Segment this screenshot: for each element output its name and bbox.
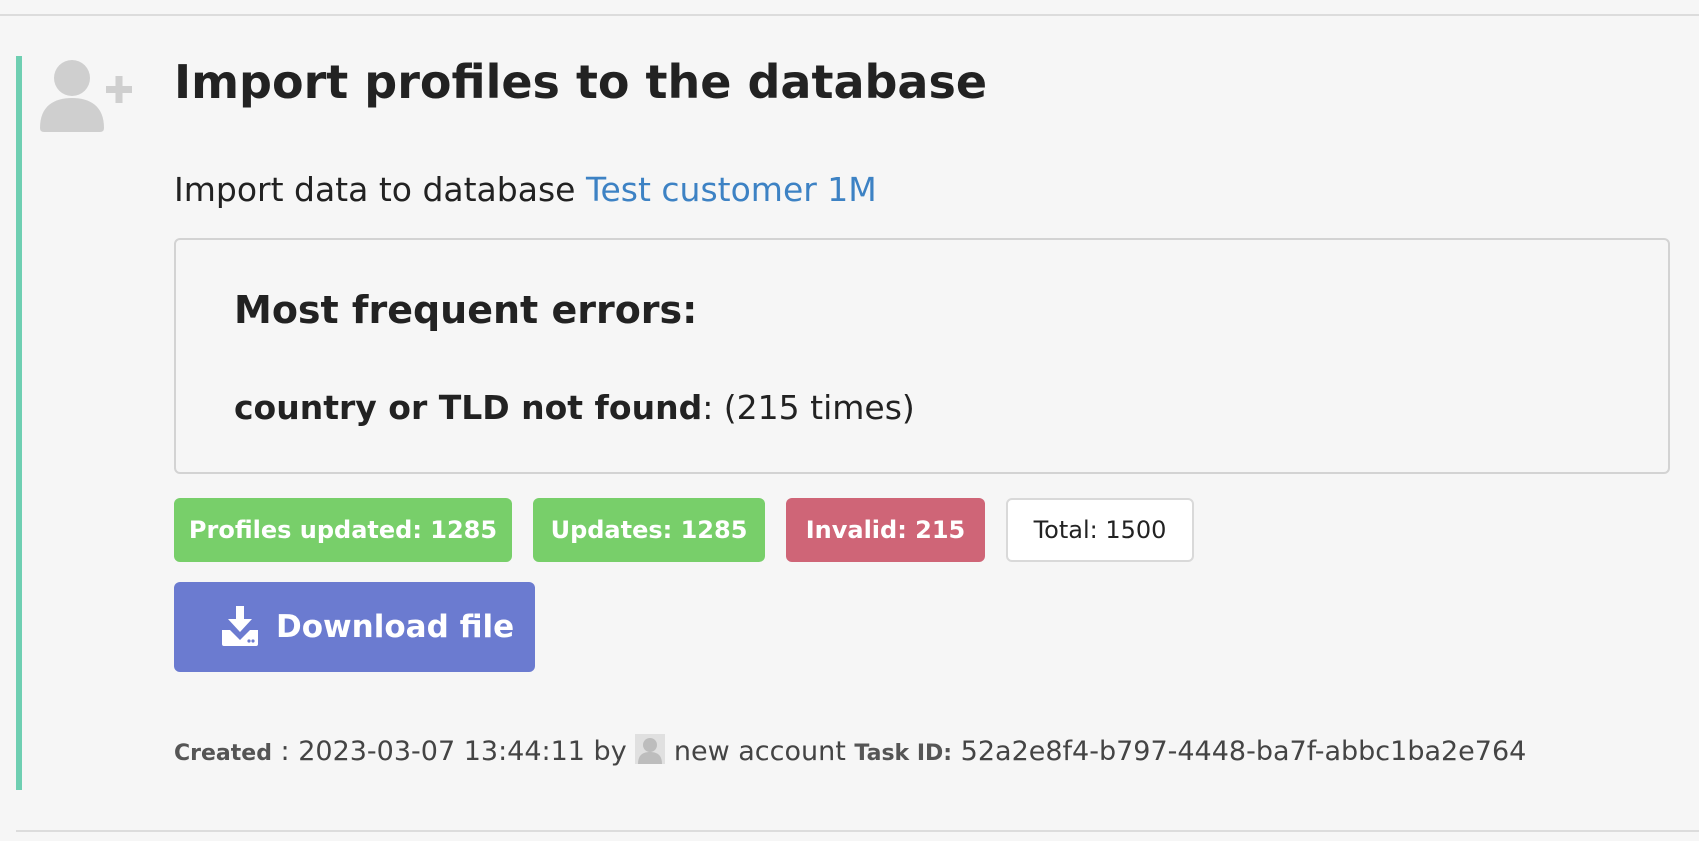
error-item: country or TLD not found: (215 times) [234, 384, 915, 432]
status-accent-bar [16, 56, 22, 790]
user-add-icon [38, 58, 144, 134]
download-file-button[interactable]: Download file [174, 582, 535, 672]
profiles-updated-badge: Profiles updated: 1285 [174, 498, 512, 562]
download-icon [222, 606, 258, 646]
author-name: new account [673, 736, 846, 767]
avatar [635, 734, 666, 764]
errors-heading: Most frequent errors: [234, 288, 698, 332]
errors-panel: Most frequent errors: country or TLD not… [174, 238, 1670, 474]
download-file-label: Download file [276, 609, 515, 645]
page-title: Import profiles to the database [174, 55, 988, 109]
task-meta: Created : 2023-03-07 13:44:11 by new acc… [174, 730, 1526, 776]
updates-badge: Updates: 1285 [533, 498, 765, 562]
error-count: : (215 times) [702, 388, 915, 427]
invalid-badge: Invalid: 215 [786, 498, 985, 562]
created-label: Created [174, 741, 272, 766]
import-target-line: Import data to database Test customer 1M [174, 166, 877, 214]
database-link[interactable]: Test customer 1M [586, 170, 877, 209]
task-id-label: Task ID: [854, 741, 953, 766]
created-timestamp: : 2023-03-07 13:44:11 by [271, 736, 636, 767]
task-id-value: 52a2e8f4-b797-4448-ba7f-abbc1ba2e764 [960, 736, 1527, 767]
total-badge: Total: 1500 [1006, 498, 1194, 562]
error-message: country or TLD not found [234, 388, 703, 427]
top-divider [0, 14, 1699, 16]
import-target-prefix: Import data to database [174, 170, 586, 209]
bottom-divider [16, 830, 1699, 832]
